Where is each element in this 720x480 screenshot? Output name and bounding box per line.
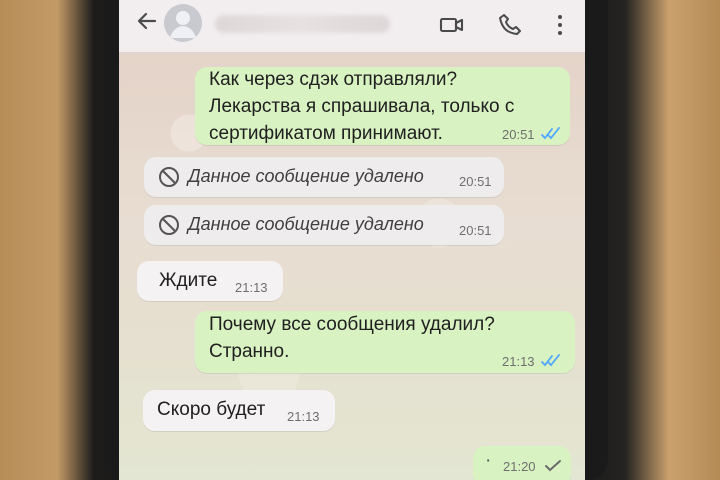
deleted-message-text: Данное сообщение удалено	[188, 214, 424, 234]
message-bubble[interactable]: Как через сдэк отправляли? Лекарства я с…	[195, 67, 570, 145]
message-bubble[interactable]: Почему все сообщения удалил? Странно. 21…	[195, 311, 575, 373]
message-bubble[interactable]: · 21:20	[473, 446, 571, 480]
deleted-icon	[159, 215, 179, 235]
message-time: 21:20	[503, 459, 536, 474]
phone-icon[interactable]	[497, 12, 523, 38]
more-vertical-icon[interactable]	[547, 12, 573, 38]
read-check-icon	[541, 127, 560, 140]
deleted-message-text: Данное сообщение удалено	[188, 166, 424, 186]
message-time: 21:13	[502, 354, 535, 369]
deleted-message-bubble[interactable]: Данное сообщение удалено 20:51	[144, 205, 504, 245]
message-time: 20:51	[459, 174, 492, 189]
message-list: Как через сдэк отправляли? Лекарства я с…	[119, 53, 585, 480]
video-call-icon[interactable]	[439, 12, 465, 38]
check-icon	[545, 460, 561, 472]
message-bubble[interactable]: Скоро будет 21:13	[143, 390, 335, 431]
message-text: Как через сдэк отправляли? Лекарства я с…	[209, 69, 515, 144]
chat-screen: Как через сдэк отправляли? Лекарства я с…	[119, 0, 585, 480]
contact-avatar[interactable]	[164, 4, 202, 42]
message-time: 21:13	[287, 409, 320, 424]
message-bubble[interactable]: Ждите 21:13	[137, 261, 283, 301]
message-time: 20:51	[459, 223, 492, 238]
message-time: 21:13	[235, 280, 268, 295]
default-avatar-icon	[170, 11, 196, 38]
message-text: Скоро будет	[157, 399, 266, 420]
message-text: Почему все сообщения удалил? Странно.	[209, 314, 495, 362]
deleted-message-bubble[interactable]: Данное сообщение удалено 20:51	[144, 157, 504, 197]
contact-name-blurred[interactable]	[215, 15, 390, 33]
message-time: 20:51	[502, 127, 535, 142]
chat-header	[119, 0, 585, 53]
deleted-icon	[159, 167, 179, 187]
arrow-left-icon[interactable]	[135, 9, 159, 33]
message-text: ·	[485, 450, 492, 471]
read-check-icon	[541, 354, 560, 367]
message-text: Ждите	[159, 270, 218, 291]
